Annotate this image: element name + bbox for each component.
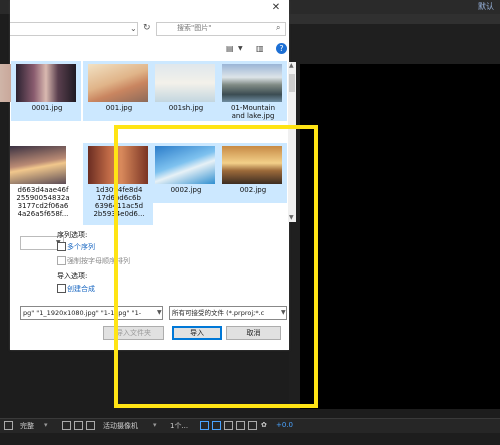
file-name: 001sh.jpg [168,104,204,112]
file-thumbnail [222,64,282,102]
draft-3d-icon[interactable] [236,421,245,430]
file-name: 01-Mountain and lake.jpg [230,104,276,120]
search-input[interactable] [177,24,257,32]
dialog-titlebar [10,0,289,16]
sequence-options-label: 序列选项: [57,231,88,239]
help-icon[interactable]: ? [276,43,287,54]
snapshot-icon[interactable] [4,421,13,430]
file-name: 001.jpg [105,104,133,112]
address-bar[interactable] [10,22,138,36]
file-name: 0001.jpg [31,104,63,112]
file-thumbnail [155,64,215,102]
timeline-icon[interactable] [212,421,221,430]
scroll-up-icon[interactable]: ▲ [289,62,294,69]
workspace-label[interactable]: 默认 [478,1,494,12]
preview-pane-icon[interactable]: ▥ [256,44,264,53]
exposure-value[interactable]: +0.0 [276,421,293,429]
file-thumbnail [88,64,148,102]
search-icon[interactable]: ⌕ [276,23,280,33]
chevron-down-icon[interactable]: ▾ [153,421,157,429]
highlight-annotation [114,125,318,408]
file-thumbnail [16,64,76,102]
composition-viewer [300,64,500,409]
resolution-select[interactable]: 完整 [20,421,34,431]
close-icon[interactable]: ✕ [267,2,285,14]
views-select[interactable]: 1个... [170,421,188,431]
composition-panel-header [289,14,500,24]
scroll-thumb[interactable] [289,74,295,92]
refresh-icon[interactable]: ↻ [143,23,151,33]
chevron-down-icon[interactable]: ▾ [44,421,48,429]
file-name: d663d4aae46f 25590054832a 3177cd2f06a6 4… [16,186,70,218]
multi-sequence-checkbox[interactable] [57,242,66,251]
create-composition-label[interactable]: 创建合成 [67,284,95,294]
create-composition-checkbox[interactable] [57,284,66,293]
flowchart-icon[interactable] [224,421,233,430]
fast-preview-icon[interactable] [200,421,209,430]
view-mode-icon[interactable]: ▤ [226,44,234,53]
region-of-interest-icon[interactable] [62,421,71,430]
camera-select[interactable]: 活动摄像机 [103,421,138,431]
exposure-icon[interactable]: ✿ [261,421,267,429]
file-thumbnail [10,146,66,184]
chevron-down-icon[interactable]: ▼ [238,45,243,52]
composition-icon[interactable] [248,421,257,430]
transparency-grid-icon[interactable] [74,421,83,430]
viewer-bottom-bar: 完整 ▾ 活动摄像机 ▾ 1个... ✿ +0.0 [0,418,500,433]
chevron-down-icon[interactable]: ⌄ [130,24,137,33]
force-alphabetical-checkbox[interactable] [57,256,66,265]
multi-sequence-label[interactable]: 多个序列 [67,242,95,252]
import-options-label: 导入选项: [57,272,88,280]
mask-icon[interactable] [86,421,95,430]
